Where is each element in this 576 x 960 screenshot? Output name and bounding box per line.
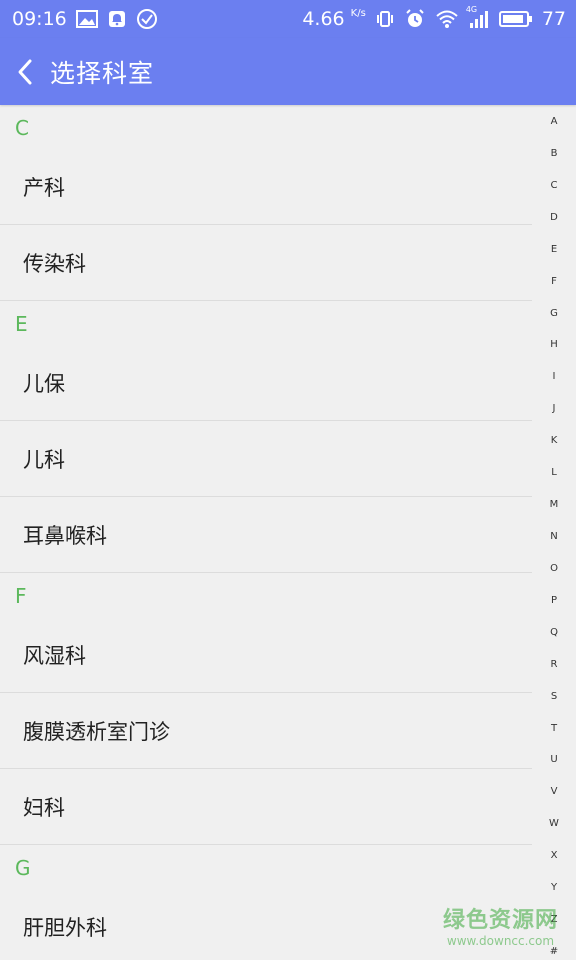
index-letter-e[interactable]: E bbox=[551, 244, 557, 255]
list-item[interactable]: 儿保 bbox=[0, 345, 532, 421]
list-item[interactable]: 产科 bbox=[0, 149, 532, 225]
section-header-c: C bbox=[15, 116, 29, 140]
index-letter-p[interactable]: P bbox=[551, 595, 557, 606]
index-letter-g[interactable]: G bbox=[550, 308, 558, 319]
index-letter-c[interactable]: C bbox=[551, 180, 558, 191]
index-letter-o[interactable]: O bbox=[550, 563, 558, 574]
index-letter-x[interactable]: X bbox=[551, 851, 558, 861]
index-letter-k[interactable]: K bbox=[551, 436, 558, 446]
watermark: 绿色资源网 www.downcc.com bbox=[443, 902, 558, 948]
back-button[interactable] bbox=[0, 38, 50, 105]
index-letter-t[interactable]: T bbox=[551, 723, 557, 734]
list-item[interactable]: 腹膜透析室门诊 bbox=[0, 693, 532, 769]
status-time: 09:16 bbox=[12, 8, 67, 30]
alphabet-index-bar[interactable]: A B C D E F G H I J K L M N O P Q R S T … bbox=[542, 117, 566, 957]
check-circle-icon bbox=[136, 8, 158, 30]
list-item[interactable]: 儿科 bbox=[0, 421, 532, 497]
index-letter-y[interactable]: Y bbox=[551, 883, 557, 893]
section-header-e: E bbox=[15, 312, 28, 336]
image-icon bbox=[75, 10, 98, 28]
battery-level: 77 bbox=[541, 8, 566, 30]
list-item[interactable]: 传染科 bbox=[0, 225, 532, 301]
status-bar: 09:16 4.66 K/s 4G 77 bbox=[0, 0, 576, 38]
alarm-icon bbox=[404, 8, 426, 30]
index-letter-a[interactable]: A bbox=[551, 117, 558, 127]
index-letter-m[interactable]: M bbox=[550, 500, 559, 510]
index-letter-u[interactable]: U bbox=[550, 755, 557, 765]
notification-bell-icon bbox=[107, 9, 127, 29]
chevron-left-icon bbox=[18, 59, 32, 84]
index-letter-n[interactable]: N bbox=[550, 531, 557, 542]
index-letter-f[interactable]: F bbox=[551, 276, 557, 287]
list-item[interactable]: 耳鼻喉科 bbox=[0, 497, 532, 573]
index-letter-l[interactable]: L bbox=[551, 468, 557, 478]
page-title: 选择科室 bbox=[50, 58, 155, 88]
battery-icon bbox=[498, 10, 533, 28]
index-letter-v[interactable]: V bbox=[551, 787, 558, 797]
section-header-f: F bbox=[15, 584, 27, 608]
vibrate-icon bbox=[375, 9, 395, 29]
index-letter-h[interactable]: H bbox=[550, 340, 558, 350]
wifi-icon bbox=[435, 9, 459, 29]
signal-4g-icon: 4G bbox=[466, 5, 490, 29]
section-header-g: G bbox=[15, 856, 31, 880]
index-letter-j[interactable]: J bbox=[553, 404, 556, 414]
watermark-url: www.downcc.com bbox=[446, 934, 555, 948]
app-bar: 选择科室 bbox=[0, 38, 576, 105]
list-item[interactable]: 风湿科 bbox=[0, 617, 532, 693]
network-speed: 4.66 K/s bbox=[302, 8, 366, 30]
list-item[interactable]: 妇科 bbox=[0, 769, 532, 845]
index-letter-hash[interactable]: # bbox=[550, 946, 558, 957]
watermark-brand: 绿色资源网 bbox=[442, 908, 558, 933]
department-list[interactable]: C 产科 传染科 E 儿保 儿科 耳鼻喉科 F 风湿科 腹膜透析室门诊 妇科 G… bbox=[0, 105, 532, 960]
index-letter-d[interactable]: D bbox=[550, 212, 558, 223]
index-letter-s[interactable]: S bbox=[551, 691, 557, 702]
index-letter-q[interactable]: Q bbox=[550, 627, 558, 638]
index-letter-w[interactable]: W bbox=[549, 819, 559, 829]
index-letter-i[interactable]: I bbox=[553, 372, 556, 382]
index-letter-r[interactable]: R bbox=[551, 659, 558, 670]
index-letter-b[interactable]: B bbox=[551, 148, 558, 159]
